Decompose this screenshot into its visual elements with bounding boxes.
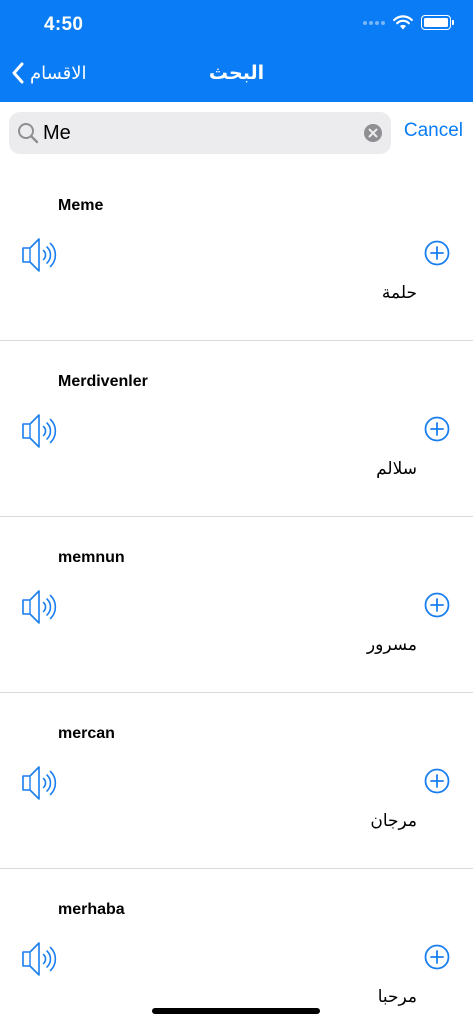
list-item: Meme حلمة	[0, 165, 473, 341]
cancel-button[interactable]: Cancel	[404, 120, 463, 142]
speaker-icon[interactable]	[20, 939, 58, 979]
list-item: memnun مسرور	[0, 517, 473, 693]
add-icon[interactable]	[424, 416, 450, 442]
cellular-signal-icon	[363, 20, 385, 25]
list-item: Merdivenler سلالم	[0, 341, 473, 517]
translation-label: مسرور	[366, 635, 417, 655]
speaker-icon[interactable]	[20, 763, 58, 803]
speaker-icon[interactable]	[20, 235, 58, 275]
add-icon[interactable]	[424, 768, 450, 794]
add-icon[interactable]	[424, 592, 450, 618]
clear-icon[interactable]	[364, 124, 382, 142]
battery-icon	[421, 15, 454, 30]
speaker-icon[interactable]	[20, 411, 58, 451]
search-field[interactable]	[9, 112, 391, 154]
add-icon[interactable]	[424, 944, 450, 970]
translation-label: حلمة	[381, 283, 417, 303]
search-icon	[18, 123, 39, 144]
word-label: merhaba	[58, 901, 125, 918]
results-list: Meme حلمة Merdivenler سلالم memnun مسرور…	[0, 165, 473, 1024]
word-label: Meme	[58, 197, 104, 214]
translation-label: مرحبا	[377, 987, 417, 1007]
search-input[interactable]	[43, 118, 353, 148]
page-title: البحث	[208, 62, 265, 84]
search-bar	[0, 102, 473, 162]
translation-label: مرجان	[370, 811, 417, 831]
list-item: mercan مرجان	[0, 693, 473, 869]
list-item: merhaba مرحبا	[0, 869, 473, 1024]
add-icon[interactable]	[424, 240, 450, 266]
status-icons	[363, 15, 454, 30]
word-label: memnun	[58, 549, 125, 566]
translation-label: سلالم	[376, 459, 417, 479]
word-label: mercan	[58, 725, 115, 742]
wifi-icon	[393, 15, 413, 30]
word-label: Merdivenler	[58, 373, 148, 390]
home-indicator	[152, 1008, 320, 1014]
status-time: 4:50	[44, 14, 84, 35]
speaker-icon[interactable]	[20, 587, 58, 627]
navigation-bar: 4:50 الاقسام البحث	[0, 0, 473, 102]
